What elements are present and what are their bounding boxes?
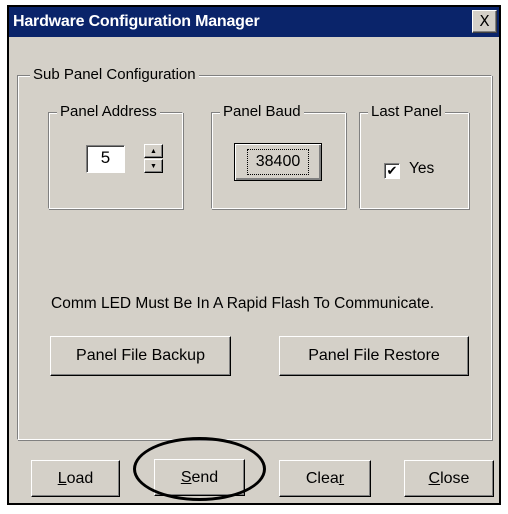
close-icon: X	[479, 12, 490, 30]
send-button[interactable]: Send	[154, 459, 245, 496]
close-button[interactable]: Close	[404, 460, 494, 497]
panel-file-backup-label: Panel File Backup	[76, 347, 205, 364]
panel-address-input[interactable]: 5	[86, 145, 125, 173]
window-title: Hardware Configuration Manager	[13, 13, 260, 30]
panel-address-value: 5	[100, 148, 111, 167]
panel-baud-legend: Panel Baud	[220, 103, 304, 121]
last-panel-checkbox[interactable]: ✔	[384, 163, 400, 179]
panel-address-down-button[interactable]: ▼	[144, 159, 163, 173]
clear-button[interactable]: Clear	[279, 460, 371, 497]
title-bar[interactable]: Hardware Configuration Manager X	[9, 7, 499, 37]
panel-baud-label: 38400	[246, 149, 310, 175]
panel-file-backup-button[interactable]: Panel File Backup	[50, 336, 231, 376]
load-button[interactable]: Load	[31, 460, 120, 497]
last-panel-legend: Last Panel	[368, 103, 445, 121]
send-label: Send	[180, 468, 219, 486]
close-label: Close	[428, 469, 470, 487]
panel-address-legend: Panel Address	[57, 103, 160, 121]
panel-baud-button[interactable]: 38400	[234, 143, 322, 181]
checkmark-icon: ✔	[386, 163, 398, 179]
window-close-button[interactable]: X	[472, 10, 497, 33]
arrow-down-icon: ▼	[150, 162, 157, 170]
clear-label: Clear	[305, 469, 345, 487]
last-panel-checkbox-label[interactable]: Yes	[409, 160, 434, 178]
comm-led-message: Comm LED Must Be In A Rapid Flash To Com…	[51, 295, 435, 312]
panel-address-up-button[interactable]: ▲	[144, 144, 163, 158]
sub-panel-configuration-legend: Sub Panel Configuration	[30, 66, 199, 84]
arrow-up-icon: ▲	[150, 147, 157, 155]
load-label: Load	[57, 469, 94, 487]
panel-file-restore-label: Panel File Restore	[308, 347, 440, 364]
panel-file-restore-button[interactable]: Panel File Restore	[279, 336, 469, 376]
